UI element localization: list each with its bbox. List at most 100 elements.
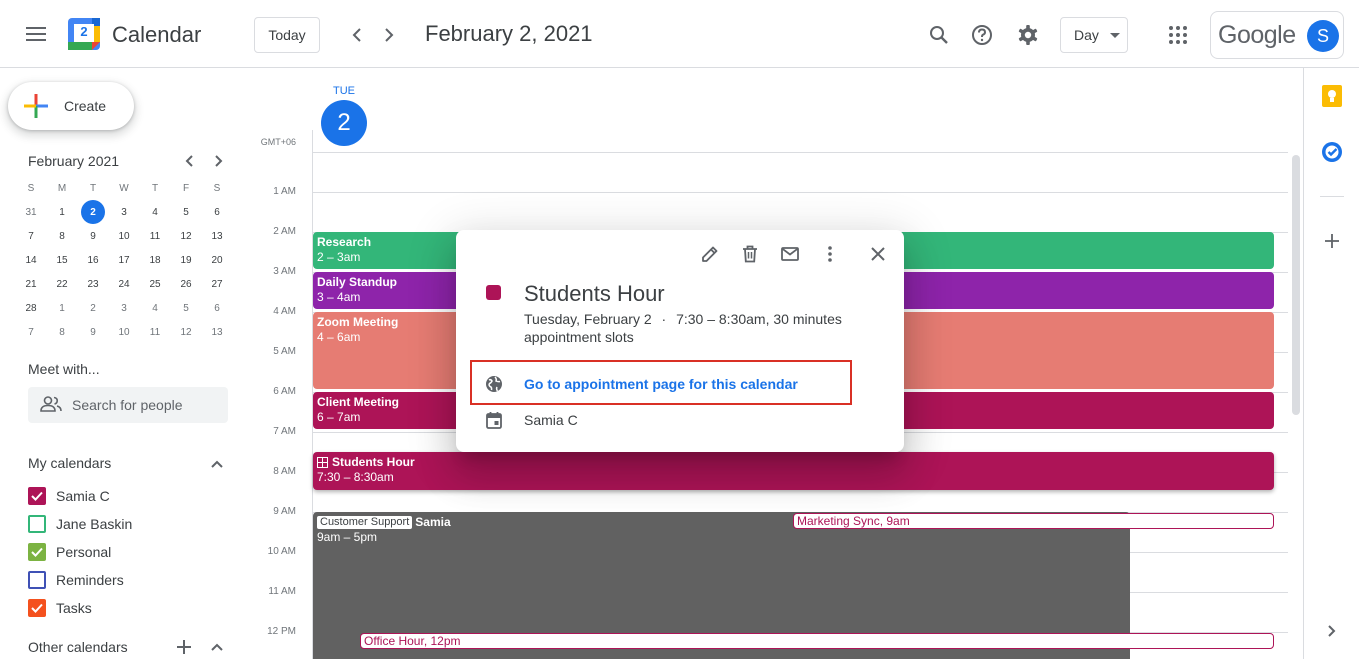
mini-day-cell[interactable]: 27 [205,272,229,296]
mini-day-cell[interactable]: 2 [81,296,105,320]
mini-weekday-head: T [89,182,97,194]
mini-day-cell[interactable]: 1 [50,200,74,224]
mini-day-cell[interactable]: 26 [174,272,198,296]
add-other-calendar-button[interactable] [171,634,197,660]
mini-day-cell[interactable]: 15 [50,248,74,272]
event-title: Students Hour [332,455,415,469]
calendar-logo[interactable]: 2 [68,18,100,50]
view-select[interactable]: Day [1060,17,1128,53]
search-button[interactable] [919,15,959,55]
mini-day-cell[interactable]: 7 [19,320,43,344]
calendar-item[interactable]: Tasks [28,596,92,620]
account-switcher[interactable]: Google S [1210,11,1344,59]
other-calendars-collapse-button[interactable] [204,634,230,660]
pencil-icon [702,246,718,262]
more-options-button[interactable] [814,238,846,270]
mini-day-cell[interactable]: 8 [50,224,74,248]
calendar-item[interactable]: Reminders [28,568,124,592]
apps-button[interactable] [1158,15,1198,55]
other-calendars-title[interactable]: Other calendars [28,639,128,655]
app-title[interactable]: Calendar [112,22,201,48]
mini-day-cell[interactable]: 16 [81,248,105,272]
calendar-checkbox[interactable] [28,487,46,505]
mini-day-cell[interactable]: 5 [174,296,198,320]
mini-day-cell[interactable]: 9 [81,320,105,344]
mini-prev-month-button[interactable] [176,148,202,174]
mini-day-cell[interactable]: 17 [112,248,136,272]
next-day-button[interactable] [369,15,409,55]
chevron-right-icon [215,155,223,167]
my-calendars-collapse-button[interactable] [204,451,230,477]
mini-day-cell[interactable]: 6 [205,200,229,224]
create-button[interactable]: Create [8,82,134,130]
avatar[interactable]: S [1307,20,1339,52]
calendar-checkbox[interactable] [28,571,46,589]
calendar-item[interactable]: Samia C [28,484,110,508]
plus-icon [1325,234,1339,248]
mini-day-cell[interactable]: 20 [205,248,229,272]
mini-day-cell[interactable]: 10 [112,320,136,344]
mini-day-cell[interactable]: 14 [19,248,43,272]
mini-day-cell[interactable]: 10 [112,224,136,248]
popup-separator-dot: · [661,311,667,327]
mini-day-cell[interactable]: 31 [19,200,43,224]
tasks-button[interactable] [1312,132,1352,172]
mini-day-cell[interactable]: 4 [143,200,167,224]
get-addons-button[interactable] [1312,221,1352,261]
calendar-checkbox[interactable] [28,599,46,617]
appointment-page-link[interactable]: Go to appointment page for this calendar [524,376,798,392]
mini-day-cell[interactable]: 24 [112,272,136,296]
close-popup-button[interactable] [862,238,894,270]
mini-day-cell[interactable]: 21 [19,272,43,296]
mini-day-cell[interactable]: 4 [143,296,167,320]
mini-day-cell[interactable]: 2 [81,200,105,224]
delete-event-button[interactable] [734,238,766,270]
mini-day-cell[interactable]: 6 [205,296,229,320]
popup-date-time: Tuesday, February 2 · 7:30 – 8:30am, 30 … [524,311,842,327]
mini-day-cell[interactable]: 5 [174,200,198,224]
mini-day-cell[interactable]: 3 [112,200,136,224]
grid-scrollbar[interactable] [1292,155,1300,415]
today-button[interactable]: Today [254,17,320,53]
mini-day-cell[interactable]: 9 [81,224,105,248]
mini-day-cell[interactable]: 13 [205,320,229,344]
help-button[interactable] [962,15,1002,55]
mini-day-cell[interactable]: 7 [19,224,43,248]
chevron-right-icon [385,28,394,42]
mini-day-cell[interactable]: 11 [143,224,167,248]
search-people-input[interactable]: Search for people [28,387,228,423]
settings-button[interactable] [1008,15,1048,55]
mini-day-cell[interactable]: 8 [50,320,74,344]
keep-button[interactable] [1312,76,1352,116]
mini-day-cell[interactable]: 3 [112,296,136,320]
mini-day-cell[interactable]: 12 [174,224,198,248]
day-number-button[interactable]: 2 [321,100,367,146]
calendar-checkbox[interactable] [28,515,46,533]
hour-line [312,192,1288,193]
mini-day-cell[interactable]: 13 [205,224,229,248]
main-menu-button[interactable] [16,14,56,54]
tasks-icon [1322,142,1342,162]
mini-day-cell[interactable]: 19 [174,248,198,272]
email-guests-button[interactable] [774,238,806,270]
mini-next-month-button[interactable] [206,148,232,174]
mini-day-cell[interactable]: 11 [143,320,167,344]
my-calendars-title[interactable]: My calendars [28,455,111,471]
mini-day-cell[interactable]: 25 [143,272,167,296]
calendar-item-label: Tasks [56,600,92,616]
event-students-hour[interactable]: Students Hour 7:30 – 8:30am [313,452,1274,490]
help-icon [972,25,992,45]
mini-day-cell[interactable]: 28 [19,296,43,320]
mini-day-cell[interactable]: 22 [50,272,74,296]
show-side-panel-button[interactable] [1312,611,1352,651]
calendar-item[interactable]: Personal [28,540,111,564]
calendar-checkbox[interactable] [28,543,46,561]
mini-day-cell[interactable]: 23 [81,272,105,296]
event-marketing-sync[interactable]: Marketing Sync, 9am [793,513,1274,529]
mini-day-cell[interactable]: 12 [174,320,198,344]
mini-day-cell[interactable]: 1 [50,296,74,320]
mini-day-cell[interactable]: 18 [143,248,167,272]
edit-event-button[interactable] [694,238,726,270]
event-office-hour[interactable]: Office Hour, 12pm [360,633,1274,649]
calendar-item[interactable]: Jane Baskin [28,512,132,536]
